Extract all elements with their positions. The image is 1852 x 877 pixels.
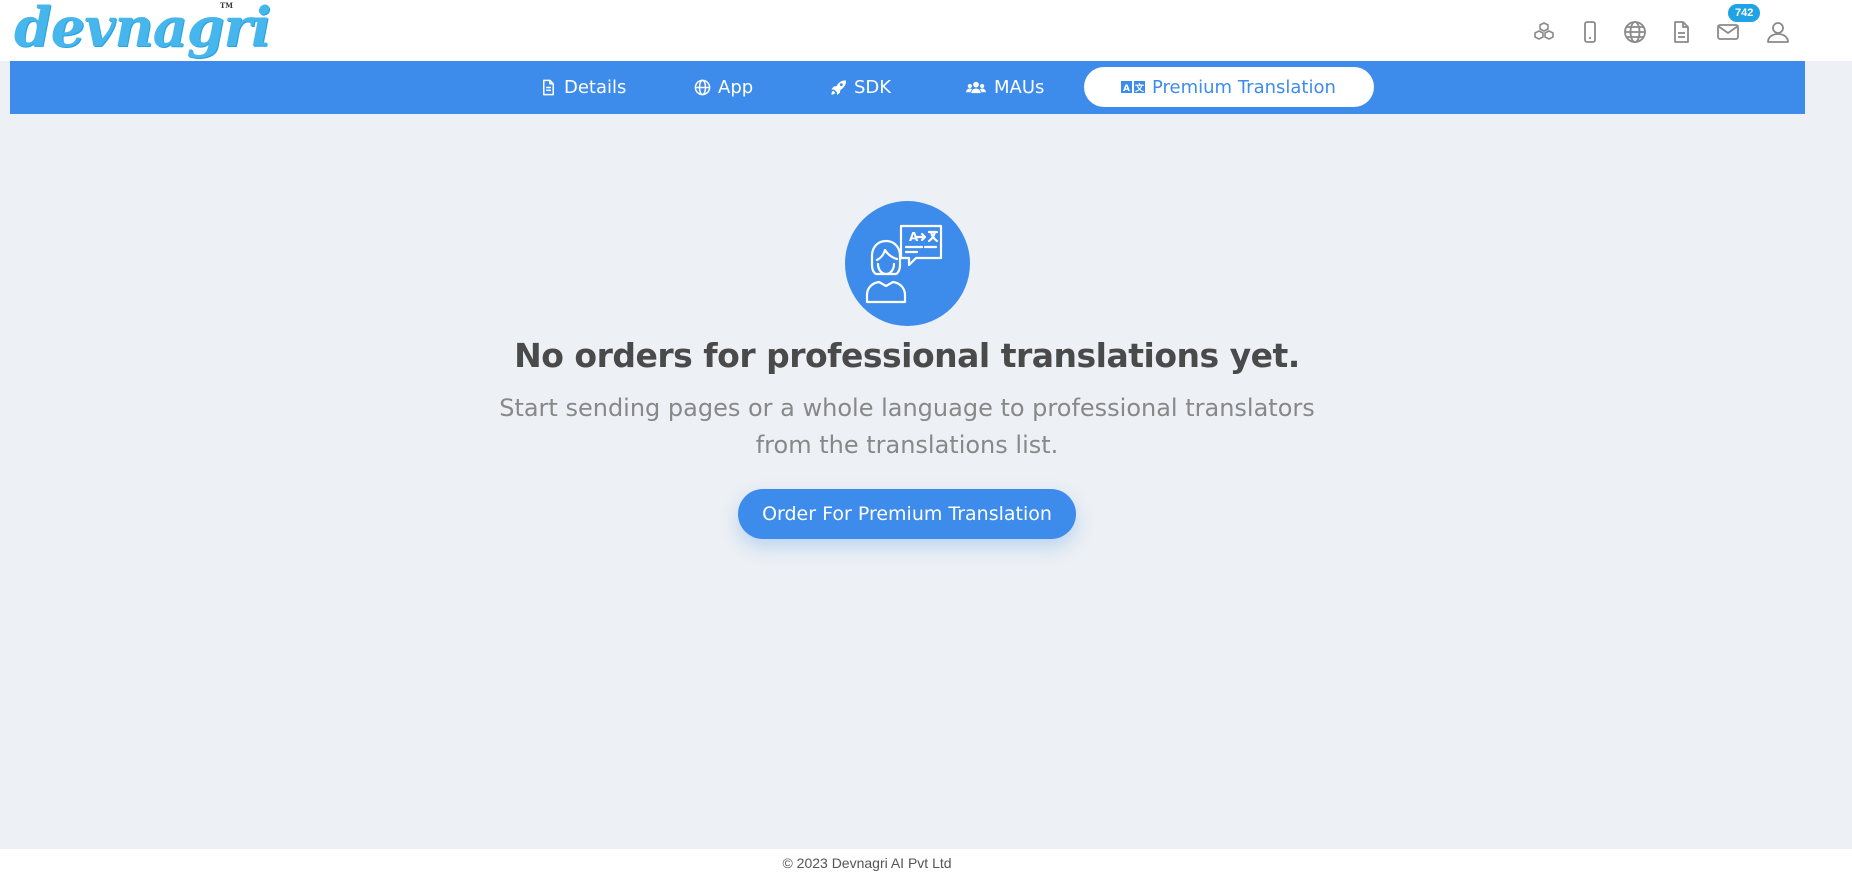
mobile-icon[interactable] [1576,18,1604,46]
mail-count-badge: 742 [1728,4,1761,22]
globe-icon[interactable] [1621,18,1649,46]
tab-label: Details [564,76,627,98]
tab-maus[interactable]: MAUs [965,67,1044,107]
tab-label: MAUs [994,76,1045,98]
devnagri-logo[interactable]: devnagri TM [14,0,271,58]
rocket-icon [831,79,847,95]
document-icon[interactable] [1667,18,1695,46]
translate-icon: A 文 [1121,81,1145,94]
mail-icon[interactable] [1714,18,1742,46]
tab-bar: Details App SDK MAUs A 文 Premium Transla… [10,61,1805,114]
cubes-icon[interactable] [1530,18,1558,46]
top-header: devnagri TM 742 [0,0,1852,61]
tab-label: App [718,76,754,98]
copyright-text: © 2023 Devnagri AI Pvt Ltd [782,855,952,871]
tab-label: SDK [854,76,892,98]
empty-state-description: Start sending pages or a whole language … [499,394,1315,459]
globe-icon [694,79,711,95]
tab-app[interactable]: App [694,67,753,107]
empty-state-title: No orders for professional translations … [514,336,1300,375]
translator-icon: A [845,201,970,326]
user-icon[interactable] [1764,18,1792,46]
file-icon [543,79,554,95]
svg-text:A: A [1123,84,1130,94]
svg-text:文: 文 [1134,82,1145,94]
tab-details[interactable]: Details [540,67,626,107]
tab-premium-translation[interactable]: A 文 Premium Translation [1084,67,1374,107]
tab-label: Premium Translation [1152,76,1336,98]
footer: © 2023 Devnagri AI Pvt Ltd [0,849,1852,877]
trademark: TM [220,1,233,10]
users-icon [966,81,986,93]
tab-sdk[interactable]: SDK [830,67,891,107]
order-premium-translation-button[interactable]: Order For Premium Translation [738,489,1076,539]
